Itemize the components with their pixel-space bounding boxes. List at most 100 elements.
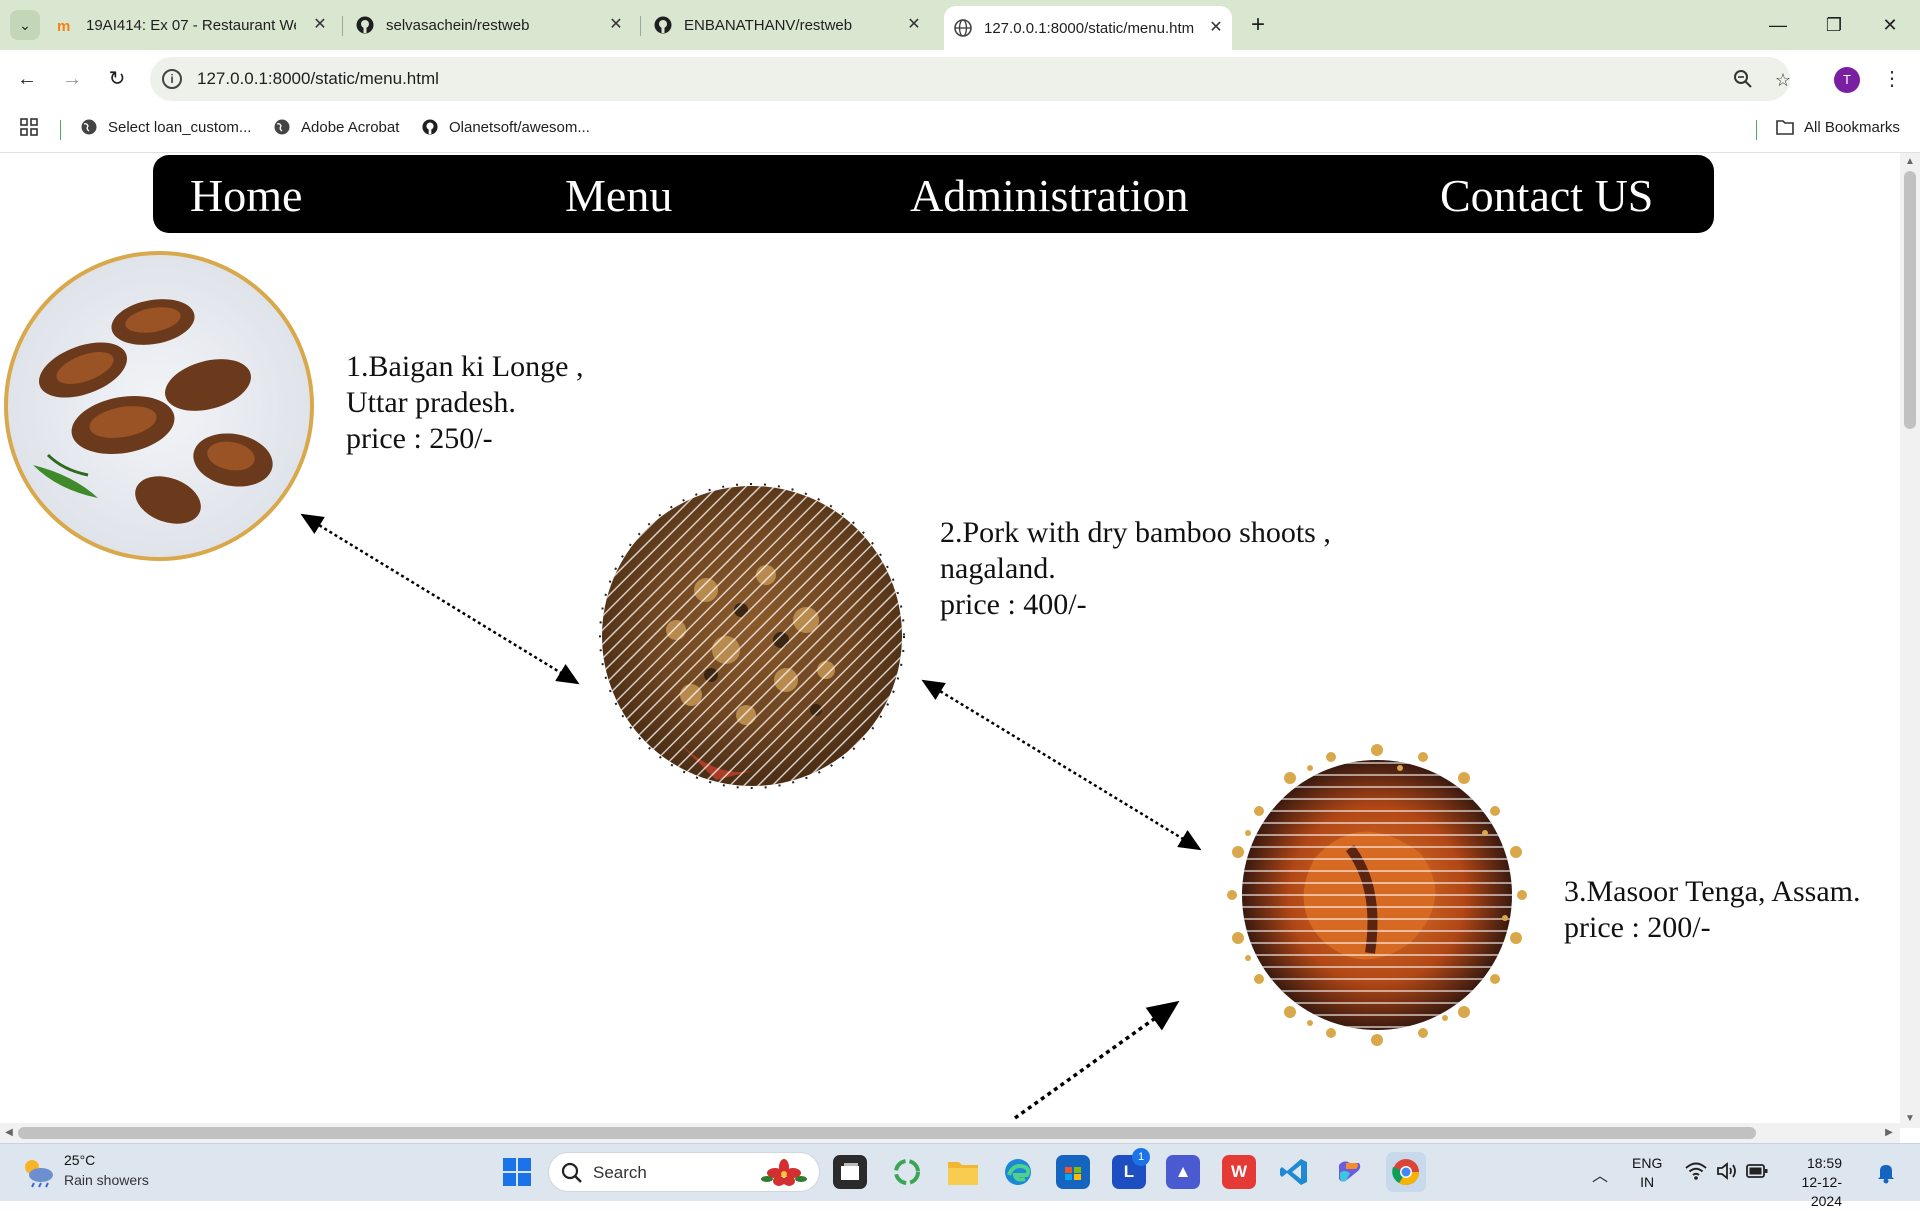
horizontal-scrollbar[interactable]: ◀ ▶ [0, 1123, 1900, 1143]
battery-icon[interactable] [1746, 1163, 1768, 1184]
browser-toolbar: ← → ↻ i 127.0.0.1:8000/static/menu.html … [0, 50, 1920, 108]
url-text[interactable]: 127.0.0.1:8000/static/menu.html [197, 69, 439, 89]
bookmark-divider [1756, 120, 1757, 140]
refresh-app-icon[interactable] [890, 1155, 924, 1189]
star-icon[interactable]: ☆ [1772, 69, 1794, 91]
language-code: ENG [1632, 1155, 1663, 1171]
edge-browser-icon[interactable] [1001, 1155, 1035, 1189]
tab-title: ENBANATHANV/restweb [684, 16, 853, 34]
globe-icon [273, 118, 291, 136]
github-icon [421, 118, 439, 136]
close-icon[interactable]: ✕ [310, 15, 330, 35]
file-explorer-icon[interactable] [946, 1155, 980, 1189]
scroll-down-icon[interactable]: ▼ [1904, 1113, 1916, 1125]
bookmark-label: Select loan_custom... [108, 118, 252, 136]
vertical-scrollbar[interactable]: ▲ ▼ [1900, 153, 1920, 1128]
more-options-icon[interactable]: ⋮ [1882, 64, 1902, 94]
arrow-connector-1 [300, 513, 580, 685]
reload-icon: ↻ [108, 68, 126, 90]
globe-icon [80, 118, 98, 136]
scroll-right-icon[interactable]: ▶ [1883, 1127, 1895, 1139]
copilot-icon[interactable] [1332, 1155, 1366, 1189]
tab-divider [342, 16, 343, 36]
task-view-icon[interactable] [833, 1155, 867, 1189]
poinsettia-icon [761, 1159, 807, 1192]
microsoft-store-icon[interactable] [1056, 1155, 1090, 1189]
apps-icon[interactable] [20, 118, 38, 136]
wps-office-icon[interactable]: W [1222, 1155, 1256, 1189]
close-icon[interactable]: ✕ [1206, 18, 1226, 38]
minimize-button[interactable]: — [1758, 10, 1798, 40]
all-bookmarks-label: All Bookmarks [1804, 118, 1900, 136]
bookmark-item[interactable]: Olanetsoft/awesom... [421, 118, 590, 136]
weather-icon[interactable] [20, 1156, 56, 1188]
chevron-down-icon: ⌄ [19, 16, 31, 33]
svg-text:m: m [57, 18, 70, 34]
weather-temperature: 25°C [64, 1152, 96, 1168]
reload-button[interactable]: ↻ [102, 64, 132, 94]
tab-github-enbanathanv[interactable]: ENBANATHANV/restweb ✕ [654, 8, 930, 42]
clock-time: 18:59 [1806, 1155, 1842, 1171]
scrollbar-thumb[interactable] [18, 1127, 1756, 1139]
globe-icon [954, 19, 972, 37]
restore-button[interactable]: ❐ [1814, 10, 1854, 40]
close-icon[interactable]: ✕ [904, 15, 924, 35]
bookmarks-bar: Select loan_custom... Adobe Acrobat Olan… [0, 108, 1920, 153]
tab-moodle[interactable]: m 19AI414: Ex 07 - Restaurant We ✕ [56, 8, 336, 42]
chrome-icon[interactable] [1386, 1152, 1426, 1192]
scroll-up-icon[interactable]: ▲ [1904, 156, 1916, 168]
close-icon: ✕ [1882, 15, 1898, 35]
wifi-icon[interactable] [1685, 1161, 1707, 1186]
bookmark-divider [60, 120, 61, 140]
restore-icon: ❐ [1825, 15, 1843, 35]
tab-title: 127.0.0.1:8000/static/menu.htm [984, 19, 1194, 37]
scroll-left-icon[interactable]: ◀ [3, 1127, 15, 1139]
avatar[interactable]: T [1834, 67, 1860, 93]
new-tab-button[interactable]: + [1244, 12, 1272, 40]
language-indicator[interactable]: ENG IN [1632, 1154, 1662, 1192]
taskbar-search[interactable]: Search [548, 1152, 820, 1192]
forward-button[interactable]: → [57, 64, 87, 94]
plus-icon: + [1250, 11, 1265, 38]
site-info-icon[interactable]: i [162, 69, 182, 89]
arrow-right-icon: → [62, 68, 82, 90]
search-label: Search [593, 1163, 647, 1182]
tab-title: selvasachein/restweb [386, 16, 530, 34]
bookmark-label: Adobe Acrobat [301, 118, 400, 136]
windows-start-icon[interactable] [502, 1157, 532, 1187]
notification-bell-icon[interactable] [1876, 1162, 1896, 1189]
zoom-icon[interactable] [1732, 69, 1754, 91]
bookmark-item[interactable]: Select loan_custom... [80, 118, 251, 136]
weather-condition: Rain showers [64, 1172, 149, 1188]
all-bookmarks-button[interactable]: All Bookmarks [1776, 118, 1900, 136]
region-code: IN [1640, 1174, 1655, 1190]
bookmark-label: Olanetsoft/awesom... [449, 118, 590, 136]
back-button[interactable]: ← [12, 64, 42, 94]
notification-badge: 1 [1132, 1148, 1150, 1166]
tab-menu-page[interactable]: 127.0.0.1:8000/static/menu.htm ✕ [944, 6, 1232, 50]
tab-github-selvasachein[interactable]: selvasachein/restweb ✕ [356, 8, 632, 42]
page-viewport: Home Menu Administration Contact US 1.Ba… [0, 153, 1920, 1143]
minimize-icon: — [1769, 15, 1787, 35]
clock[interactable]: 18:59 12-12-2024 [1784, 1154, 1842, 1211]
bookmark-item[interactable]: Adobe Acrobat [273, 118, 399, 136]
github-icon [356, 16, 374, 34]
folder-icon [1776, 118, 1794, 136]
connector-arrows [300, 513, 1202, 1120]
search-icon [561, 1162, 583, 1189]
address-bar[interactable]: i 127.0.0.1:8000/static/menu.html ☆ [150, 57, 1791, 101]
scrollbar-thumb[interactable] [1904, 171, 1916, 429]
close-window-button[interactable]: ✕ [1870, 10, 1910, 40]
clock-date: 12-12-2024 [1801, 1174, 1842, 1209]
tab-strip: ⌄ m 19AI414: Ex 07 - Restaurant We ✕ sel… [0, 0, 1920, 50]
moodle-icon: m [56, 16, 74, 34]
windows-taskbar: 25°C Rain showers Search L 1 ▲ W ︿ ENG I… [0, 1143, 1920, 1209]
a-app-icon[interactable]: ▲ [1166, 1155, 1200, 1189]
volume-icon[interactable] [1716, 1161, 1738, 1186]
close-icon[interactable]: ✕ [606, 15, 626, 35]
tab-search-button[interactable]: ⌄ [10, 10, 40, 40]
chevron-up-icon[interactable]: ︿ [1592, 1162, 1608, 1186]
arrow-left-icon: ← [17, 68, 37, 90]
tab-title: 19AI414: Ex 07 - Restaurant We [86, 16, 296, 34]
vscode-icon[interactable] [1277, 1155, 1311, 1189]
